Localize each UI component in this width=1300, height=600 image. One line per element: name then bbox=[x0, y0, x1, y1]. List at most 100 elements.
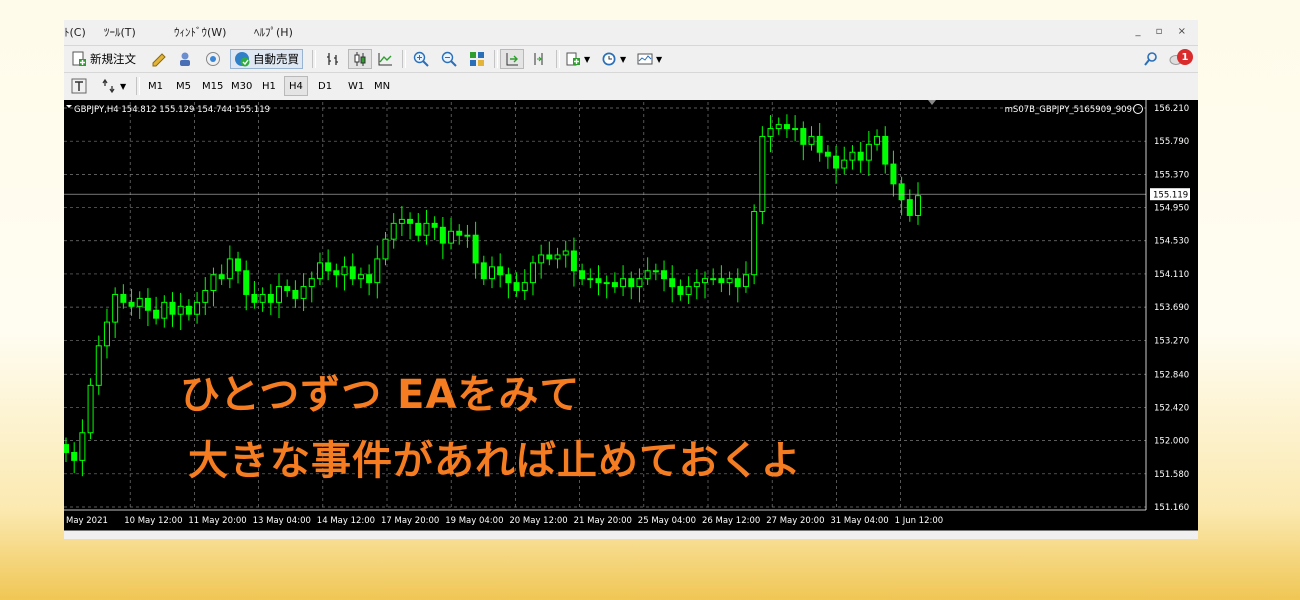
dropdown-arrow-icon: ▼ bbox=[656, 54, 663, 64]
candle-body bbox=[136, 297, 143, 307]
templates-icon bbox=[637, 51, 653, 67]
bar-chart-icon bbox=[325, 51, 341, 67]
clock-icon bbox=[601, 51, 617, 67]
x-tick-label: 13 May 04:00 bbox=[253, 516, 311, 526]
candle-body bbox=[775, 124, 782, 130]
timeframe-button-m30[interactable]: M30 bbox=[227, 76, 256, 96]
candle-body bbox=[267, 293, 274, 303]
candle-body bbox=[587, 278, 594, 281]
chart-header: GBPJPY,H4 154.812 155.129 154.744 155.11… bbox=[74, 105, 270, 115]
menu-item-window[interactable]: ｳｨﾝﾄﾞｳ(W) bbox=[174, 24, 226, 40]
timeframe-button-h1[interactable]: H1 bbox=[258, 76, 280, 96]
candle-body bbox=[325, 262, 332, 272]
candlestick-button[interactable] bbox=[348, 49, 372, 69]
candle-body bbox=[316, 262, 323, 280]
new-order-label: 新規注文 bbox=[90, 52, 136, 66]
menu-item-chart[interactable]: ﾄ(C) bbox=[64, 24, 86, 40]
tile-windows-icon bbox=[469, 51, 485, 67]
window-controls[interactable]: _ ▫ × bbox=[1135, 26, 1192, 37]
signals-button[interactable] bbox=[202, 49, 224, 69]
candle-body bbox=[677, 286, 684, 295]
notification-badge: 1 bbox=[1177, 49, 1193, 65]
candle-body bbox=[341, 266, 348, 276]
candle-body bbox=[767, 128, 774, 137]
candle-body bbox=[63, 444, 69, 453]
new-order-button[interactable]: 新規注文 bbox=[68, 49, 139, 69]
candle-body bbox=[210, 274, 217, 292]
candle-body bbox=[87, 384, 94, 434]
candle-body bbox=[448, 230, 455, 244]
templates-button[interactable]: ▼ bbox=[634, 49, 665, 69]
timeframe-button-w1[interactable]: W1 bbox=[344, 76, 368, 96]
x-tick-label: 1 Jun 12:00 bbox=[895, 516, 944, 526]
candle-body bbox=[439, 226, 446, 244]
candle-body bbox=[120, 293, 127, 303]
timeframe-button-m1[interactable]: M1 bbox=[144, 76, 167, 96]
candle-body bbox=[153, 309, 160, 319]
metaeditor-button[interactable] bbox=[148, 49, 170, 69]
dropdown-arrow-icon: ▼ bbox=[120, 81, 127, 91]
candle-body bbox=[718, 278, 725, 284]
zoom-out-icon bbox=[441, 51, 457, 67]
menu-bar: ﾄ(C) ﾂｰﾙ(T) ｳｨﾝﾄﾞｳ(W) ﾍﾙﾌﾟ(H) _ ▫ × bbox=[64, 20, 1198, 44]
candle-body bbox=[398, 218, 405, 224]
candle-body bbox=[685, 286, 692, 295]
y-tick-label: 154.110 bbox=[1154, 270, 1189, 280]
candle-body bbox=[751, 211, 758, 276]
tile-windows-button[interactable] bbox=[466, 49, 488, 69]
line-chart-button[interactable] bbox=[374, 49, 396, 69]
periods-button[interactable]: ▼ bbox=[598, 49, 629, 69]
indicators-button[interactable]: ▼ bbox=[562, 49, 593, 69]
candle-body bbox=[79, 432, 86, 461]
candle-body bbox=[702, 278, 708, 284]
toolbar-separator bbox=[494, 50, 498, 68]
y-tick-label: 151.580 bbox=[1154, 470, 1189, 480]
timeframe-button-m5[interactable]: M5 bbox=[172, 76, 195, 96]
candle-body bbox=[226, 258, 233, 280]
zoom-in-icon bbox=[413, 51, 429, 67]
timeframe-button-d1[interactable]: D1 bbox=[314, 76, 336, 96]
menu-item-help[interactable]: ﾍﾙﾌﾟ(H) bbox=[254, 24, 293, 40]
annotation-line-2: 大きな事件があれば止めておくよ bbox=[188, 438, 802, 484]
timeframe-button-mn[interactable]: MN bbox=[370, 76, 394, 96]
auto-trading-label: 自動売買 bbox=[253, 52, 299, 66]
search-button[interactable] bbox=[1140, 49, 1162, 69]
chart-shift-button[interactable] bbox=[528, 49, 550, 69]
candle-body bbox=[824, 151, 831, 157]
auto-trading-icon bbox=[234, 51, 250, 67]
auto-trading-button[interactable]: 自動売買 bbox=[230, 49, 303, 69]
candle-body bbox=[546, 254, 553, 260]
timeframe-button-m15[interactable]: M15 bbox=[198, 76, 227, 96]
y-tick-label: 155.370 bbox=[1154, 170, 1189, 180]
candle-body bbox=[128, 301, 135, 307]
arrows-icon bbox=[101, 78, 117, 94]
bar-chart-button[interactable] bbox=[322, 49, 344, 69]
candle-body bbox=[759, 135, 766, 213]
community-button[interactable] bbox=[174, 49, 196, 69]
x-tick-label: 31 May 04:00 bbox=[830, 516, 888, 526]
search-icon bbox=[1143, 51, 1159, 67]
zoom-out-button[interactable] bbox=[438, 49, 460, 69]
candle-body bbox=[95, 345, 102, 386]
standard-toolbar: 新規注文 自動売買 ▼ ▼ ▼ 1 bbox=[64, 45, 1198, 72]
candle-body bbox=[357, 274, 364, 280]
toolbar-separator bbox=[136, 77, 140, 95]
menu-item-tools[interactable]: ﾂｰﾙ(T) bbox=[104, 24, 136, 40]
candle-body bbox=[644, 270, 651, 280]
candle-body bbox=[415, 222, 422, 236]
auto-scroll-button[interactable] bbox=[500, 49, 524, 69]
signal-icon bbox=[205, 51, 221, 67]
candle-body bbox=[529, 262, 536, 284]
candle-body bbox=[865, 143, 872, 161]
text-tool-button[interactable] bbox=[68, 76, 90, 96]
timeframe-button-h4[interactable]: H4 bbox=[284, 76, 308, 96]
annotation-line-1: ひとつずつ EAをみて bbox=[180, 372, 581, 418]
dropdown-arrow-icon: ▼ bbox=[620, 54, 627, 64]
x-tick-label: 10 May 12:00 bbox=[124, 516, 182, 526]
arrows-tool-button[interactable]: ▼ bbox=[98, 76, 129, 96]
candle-body bbox=[177, 305, 184, 315]
candle-body bbox=[112, 293, 119, 323]
zoom-in-button[interactable] bbox=[410, 49, 432, 69]
text-tool-icon bbox=[71, 78, 87, 94]
x-tick-label: 21 May 20:00 bbox=[574, 516, 632, 526]
